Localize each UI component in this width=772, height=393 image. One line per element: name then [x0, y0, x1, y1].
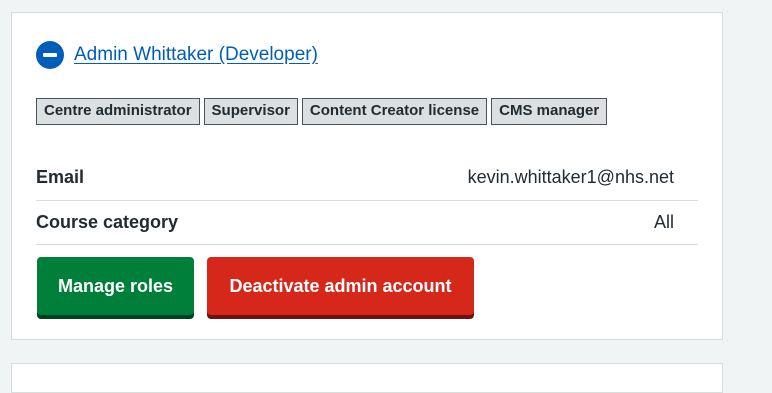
admin-card: Admin Whittaker (Developer) Centre admin… — [11, 12, 723, 340]
email-row: Email kevin.whittaker1@nhs.net — [36, 155, 698, 201]
role-tag: Supervisor — [203, 98, 298, 125]
next-admin-card — [11, 363, 723, 393]
role-tag: Content Creator license — [301, 98, 488, 125]
course-category-label: Course category — [36, 212, 179, 232]
manage-roles-button[interactable]: Manage roles — [37, 257, 194, 315]
email-value: kevin.whittaker1@nhs.net — [467, 167, 674, 187]
admin-name-link[interactable]: Admin Whittaker (Developer) — [74, 44, 318, 66]
course-category-value: All — [653, 212, 674, 232]
admin-card-header: Admin Whittaker (Developer) — [36, 41, 318, 69]
role-tag: CMS manager — [491, 98, 608, 125]
role-tags: Centre administrator Supervisor Content … — [36, 98, 608, 125]
role-tag: Centre administrator — [36, 98, 200, 125]
deactivate-admin-button[interactable]: Deactivate admin account — [207, 257, 474, 315]
minus-circle-icon[interactable] — [36, 41, 64, 69]
email-label: Email — [36, 167, 85, 187]
course-category-row: Course category All — [36, 201, 698, 245]
